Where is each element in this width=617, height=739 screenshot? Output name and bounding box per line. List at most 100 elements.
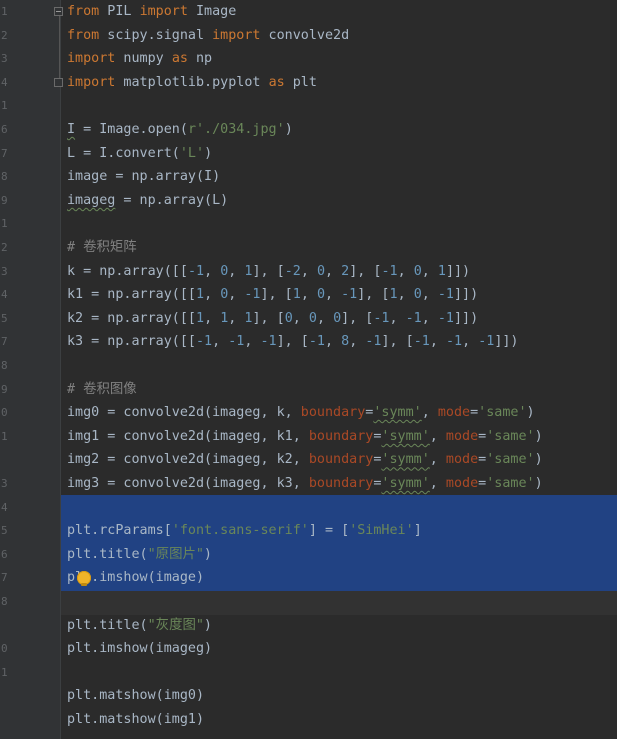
code-token: , xyxy=(429,428,446,444)
code-token: mode xyxy=(445,428,479,444)
code-token: , xyxy=(325,263,342,279)
code-line[interactable]: import matplotlib.pyplot as plt xyxy=(67,71,317,95)
code-line[interactable]: import numpy as np xyxy=(67,47,212,71)
code-line[interactable]: k = np.array([[-1, 0, 1], [-2, 0, 2], [-… xyxy=(67,260,470,284)
code-token: -1 xyxy=(381,263,398,279)
code-token: 'L' xyxy=(179,145,205,161)
code-token: -1 xyxy=(437,287,454,303)
code-token: ) xyxy=(526,405,535,421)
code-token: import xyxy=(67,74,116,90)
code-token: image = np.array(I) xyxy=(67,169,221,185)
lightbulb-icon[interactable] xyxy=(77,571,91,586)
code-editor[interactable]: 123416789123457890134567801 from PIL imp… xyxy=(0,0,617,739)
line-number: 9 xyxy=(1,193,8,207)
code-line[interactable]: I = Image.open(r'./034.jpg') xyxy=(67,118,293,142)
code-token: -1 xyxy=(413,334,430,350)
code-token: 0 xyxy=(316,287,325,303)
code-line[interactable]: plt.title("灰度图") xyxy=(67,614,212,638)
code-token: ] xyxy=(413,523,422,539)
code-token: -1 xyxy=(405,310,422,326)
code-token: k = np.array([[ xyxy=(67,263,188,279)
line-number: 8 xyxy=(1,170,8,184)
code-token: ) xyxy=(534,476,543,491)
code-line[interactable]: plt.matshow(img0) xyxy=(67,684,204,708)
line-number xyxy=(0,448,15,472)
code-token: , xyxy=(300,263,317,279)
code-line[interactable]: img2 = convolve2d(imageg, k2, boundary='… xyxy=(67,448,543,472)
code-token: ], [ xyxy=(349,263,382,279)
code-line[interactable]: plt.matshow(img1) xyxy=(67,708,204,732)
line-number: 1 xyxy=(1,665,8,679)
line-number-gutter[interactable]: 1 2 3 4 1 6 7 8 9 1 2 3 4 5 7 8 9 0 1 3 4 5 6 7 8 0 1 xyxy=(0,0,61,739)
code-token: 'same' xyxy=(486,452,535,468)
code-token: , xyxy=(204,263,221,279)
fold-icon[interactable] xyxy=(54,77,63,87)
fold-guide-line xyxy=(59,14,60,78)
line-number: 8 xyxy=(1,359,8,372)
code-token: ]]) xyxy=(445,263,471,279)
code-line[interactable]: from scipy.signal import convolve2d xyxy=(67,24,349,48)
code-token: ], [ xyxy=(381,334,414,350)
code-token: 1 xyxy=(389,287,398,303)
code-token: = xyxy=(470,405,479,421)
code-line[interactable]: k3 = np.array([[-1, -1, -1], [-1, 8, -1]… xyxy=(67,330,519,354)
code-token: , xyxy=(228,263,245,279)
code-token: import xyxy=(212,27,261,43)
code-line[interactable]: img1 = convolve2d(imageg, k1, boundary='… xyxy=(67,425,543,449)
code-token: , xyxy=(244,334,261,350)
code-line[interactable]: from PIL import Image xyxy=(67,0,236,24)
code-token: 0 xyxy=(316,263,325,279)
code-token: boundary xyxy=(308,428,374,444)
code-token: ]]) xyxy=(494,334,519,350)
code-token: , xyxy=(421,287,438,303)
code-token: , xyxy=(389,310,406,326)
line-number: 1 xyxy=(1,217,8,231)
code-line[interactable]: L = I.convert('L') xyxy=(67,142,212,166)
line-number: 5 xyxy=(1,311,8,325)
code-token: , xyxy=(421,405,438,421)
code-token: 1 xyxy=(196,287,205,303)
code-token: 'same' xyxy=(486,428,535,444)
code-line[interactable]: img3 = convolve2d(imageg, k3, boundary='… xyxy=(67,472,543,496)
code-line[interactable]: # 卷积图像 xyxy=(67,378,137,402)
code-line[interactable]: imageg = np.array(L) xyxy=(67,189,228,213)
code-token: ) xyxy=(534,452,543,468)
code-line[interactable]: plt.imshow(imageg) xyxy=(67,637,212,661)
code-token: r'./034.jpg' xyxy=(187,122,285,137)
code-token: , xyxy=(204,310,221,326)
code-token: , xyxy=(292,310,309,326)
code-token: ) xyxy=(203,617,212,633)
code-token: Image xyxy=(187,4,237,19)
line-number: 6 xyxy=(1,547,8,561)
line-number: 6 xyxy=(1,123,8,136)
code-line[interactable]: # 卷积矩阵 xyxy=(67,236,137,260)
code-token: ]]) xyxy=(454,287,479,303)
fold-icon[interactable] xyxy=(54,7,63,16)
code-token: , xyxy=(429,476,446,491)
code-token: plt.imshow(imageg) xyxy=(67,641,213,657)
code-token: # 卷积图像 xyxy=(67,381,137,397)
code-token: -1 xyxy=(445,334,463,350)
code-token: 0 xyxy=(284,310,293,326)
code-line[interactable]: image = np.array(I) xyxy=(67,165,220,189)
line-number: 7 xyxy=(1,335,8,349)
code-token: img2 = convolve2d(imageg, k2, xyxy=(67,452,309,468)
code-token: boundary xyxy=(308,476,374,491)
code-token: import xyxy=(67,51,116,67)
code-token: boundary xyxy=(308,452,374,468)
code-line[interactable]: k1 = np.array([[1, 0, -1], [1, 0, -1], [… xyxy=(67,283,478,307)
code-token: ) xyxy=(284,122,293,137)
code-line[interactable]: k2 = np.array([[1, 1, 1], [0, 0, 0], [-1… xyxy=(67,307,478,331)
code-line[interactable]: plt.title("原图片") xyxy=(67,543,212,567)
code-token: 'symm' xyxy=(381,428,430,444)
code-line[interactable]: img0 = convolve2d(imageg, k, boundary='s… xyxy=(67,401,535,425)
code-token: plt.title( xyxy=(67,617,148,633)
line-number xyxy=(0,614,15,638)
line-number: 4 xyxy=(1,75,8,89)
code-token: img0 = convolve2d(imageg, k, xyxy=(67,405,301,421)
code-token: 0 xyxy=(333,310,342,326)
code-token: 'font.sans-serif' xyxy=(171,523,309,539)
code-line[interactable]: plt.rcParams['font.sans-serif'] = ['SimH… xyxy=(67,519,422,543)
code-token: , xyxy=(421,263,438,279)
code-token: plt.rcParams[ xyxy=(67,523,172,539)
